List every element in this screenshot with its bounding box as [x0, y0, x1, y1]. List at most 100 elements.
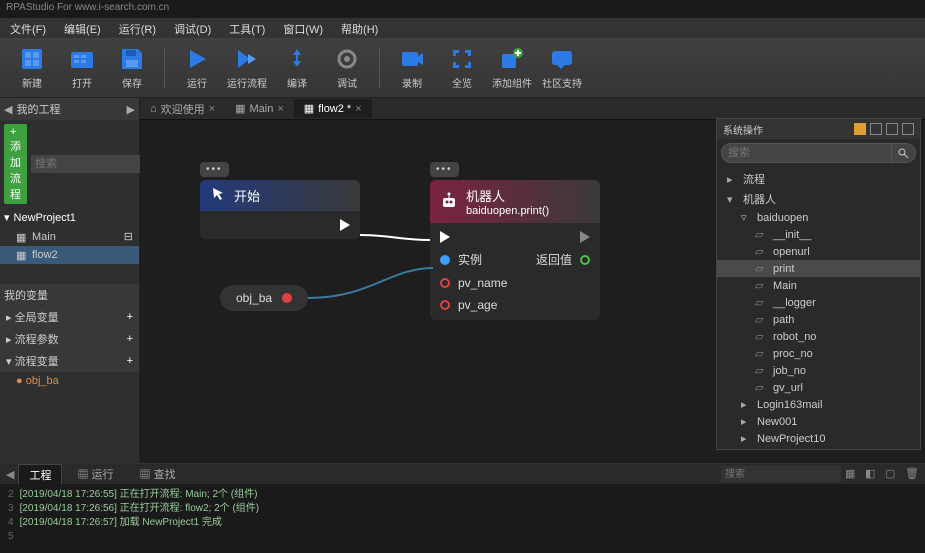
output-icon-2[interactable]: ◧ [865, 467, 879, 481]
variable-pill-obj-ba[interactable]: obj_ba [220, 285, 308, 311]
input-port-pvname[interactable] [440, 278, 450, 288]
exec-in-port[interactable] [440, 231, 450, 243]
tree-item-robot[interactable]: ▾机器人 [717, 189, 920, 209]
tree-item-main[interactable]: ▱Main [717, 277, 920, 294]
tree-item-login163[interactable]: ▸Login163mail [717, 396, 920, 413]
community-button[interactable]: 社区支持 [538, 41, 586, 95]
record-icon [398, 45, 426, 73]
port-label: pv_age [458, 298, 497, 312]
input-port-pvage[interactable] [440, 300, 450, 310]
home-icon: ⌂ [150, 103, 157, 115]
close-icon[interactable]: × [277, 103, 283, 115]
project-item-main[interactable]: ▦Main⊟ [0, 227, 139, 246]
play-flow-icon [233, 45, 261, 73]
output-tab-find[interactable]: ▦ 查找 [129, 463, 187, 485]
menu-run[interactable]: 运行(R) [119, 21, 156, 35]
runflow-button[interactable]: 运行流程 [223, 41, 271, 95]
pill-label: obj_ba [236, 291, 272, 305]
project-root[interactable]: ▾ NewProject1 [0, 208, 139, 227]
fullscreen-button[interactable]: 全览 [438, 41, 486, 95]
debug-button[interactable]: 调试 [323, 41, 371, 95]
folder-icon[interactable] [854, 123, 866, 135]
menu-edit[interactable]: 编辑(E) [64, 21, 101, 35]
var-item-obj-ba[interactable]: ● obj_ba [0, 372, 139, 390]
tree-item-procno[interactable]: ▱proc_no [717, 345, 920, 362]
menu-bar: 文件(F) 编辑(E) 运行(R) 调试(D) 工具(T) 窗口(W) 帮助(H… [0, 18, 925, 38]
tree-item-new001[interactable]: ▸New001 [717, 413, 920, 430]
node-start[interactable]: ••• 开始 [200, 180, 360, 239]
item-menu-icon[interactable]: ⊟ [124, 230, 133, 243]
node-menu-icon[interactable]: ••• [430, 162, 459, 177]
flow-icon: ▦ [16, 231, 28, 243]
close-icon[interactable]: × [209, 103, 215, 115]
tab-welcome[interactable]: ⌂欢迎使用× [140, 98, 225, 120]
port-label: 返回值 [536, 251, 572, 268]
output-icon-3[interactable]: ▢ [885, 467, 899, 481]
panel-collapse-icon[interactable]: ◀ [4, 103, 12, 116]
menu-debug[interactable]: 调试(D) [174, 21, 211, 35]
compile-button[interactable]: 编译 [273, 41, 321, 95]
add-flowvar-button[interactable]: + [127, 355, 133, 367]
pill-output-port[interactable] [282, 293, 292, 303]
close-icon[interactable]: × [355, 103, 361, 115]
compile-icon [283, 45, 311, 73]
open-icon [68, 45, 96, 73]
pointer-icon [210, 186, 226, 205]
menu-file[interactable]: 文件(F) [10, 21, 46, 35]
tree-item-flow[interactable]: ▸流程 [717, 169, 920, 189]
node-robot-title: 机器人 [466, 186, 549, 205]
panel-expand-icon[interactable]: ▶ [127, 103, 135, 116]
project-item-flow2[interactable]: ▦flow2 [0, 246, 139, 264]
output-tab-project[interactable]: 工程 [18, 464, 62, 485]
add-param-button[interactable]: + [127, 333, 133, 345]
tree-item-logger[interactable]: ▱__logger [717, 294, 920, 311]
input-port-instance[interactable] [440, 255, 450, 265]
flow-params-header[interactable]: ▸ 流程参数+ [0, 328, 139, 350]
menu-window[interactable]: 窗口(W) [283, 21, 323, 35]
output-port-retval[interactable] [580, 255, 590, 265]
output-icon-4[interactable]: 🗑 [905, 467, 919, 481]
global-vars-header[interactable]: ▸ 全局变量+ [0, 306, 139, 328]
tab-flow2[interactable]: ▦flow2 *× [294, 99, 372, 118]
addcomp-button[interactable]: 添加组件 [488, 41, 536, 95]
add-global-var-button[interactable]: + [127, 311, 133, 323]
tree-item-jobno[interactable]: ▱job_no [717, 362, 920, 379]
exec-out-port[interactable] [580, 231, 590, 243]
save-button[interactable]: 保存 [108, 41, 156, 95]
tab-main[interactable]: ▦Main× [225, 99, 294, 118]
output-tab-run[interactable]: ▦ 运行 [66, 463, 124, 485]
new-button[interactable]: 新建 [8, 41, 56, 95]
flow-vars-header[interactable]: ▾ 流程变量+ [0, 350, 139, 372]
panel-min-icon[interactable] [886, 123, 898, 135]
exec-out-port[interactable] [340, 219, 350, 231]
tree-item-baiduopen[interactable]: ▿baiduopen [717, 209, 920, 226]
run-button[interactable]: 运行 [173, 41, 221, 95]
debug-icon [333, 45, 361, 73]
tree-item-print[interactable]: ▱print [717, 260, 920, 277]
node-menu-icon[interactable]: ••• [200, 162, 229, 177]
operations-search-input[interactable] [721, 143, 892, 163]
main-toolbar: 新建 打开 保存 运行 运行流程 编译 调试 录制 全览 添加组件 社区支持 [0, 38, 925, 98]
tree-item-init[interactable]: ▱__init__ [717, 226, 920, 243]
panel-close-icon[interactable] [902, 123, 914, 135]
project-panel-title: 我的工程 [16, 101, 60, 117]
tree-item-newproject10[interactable]: ▸NewProject10 [717, 430, 920, 447]
tree-item-gvurl[interactable]: ▱gv_url [717, 379, 920, 396]
open-button[interactable]: 打开 [58, 41, 106, 95]
menu-tool[interactable]: 工具(T) [229, 21, 265, 35]
menu-help[interactable]: 帮助(H) [341, 21, 378, 35]
output-search-input[interactable] [721, 466, 841, 482]
node-robot[interactable]: ••• 机器人 baiduopen.print() 实例返回值 pv_name … [430, 180, 600, 320]
panel-view-icon[interactable] [870, 123, 882, 135]
record-button[interactable]: 录制 [388, 41, 436, 95]
add-process-button[interactable]: + 添加流程 [4, 124, 27, 204]
tree-item-openurl[interactable]: ▱openurl [717, 243, 920, 260]
tree-item-robotno[interactable]: ▱robot_no [717, 328, 920, 345]
search-icon[interactable] [892, 143, 916, 163]
tab-icon: ▦ [140, 469, 151, 481]
operations-tree: ▸流程 ▾机器人 ▿baiduopen ▱__init__ ▱openurl ▱… [717, 167, 920, 449]
panel-collapse-icon[interactable]: ◀ [6, 468, 14, 481]
output-icon-1[interactable]: ▦ [845, 467, 859, 481]
tree-item-path[interactable]: ▱path [717, 311, 920, 328]
save-icon [118, 45, 146, 73]
